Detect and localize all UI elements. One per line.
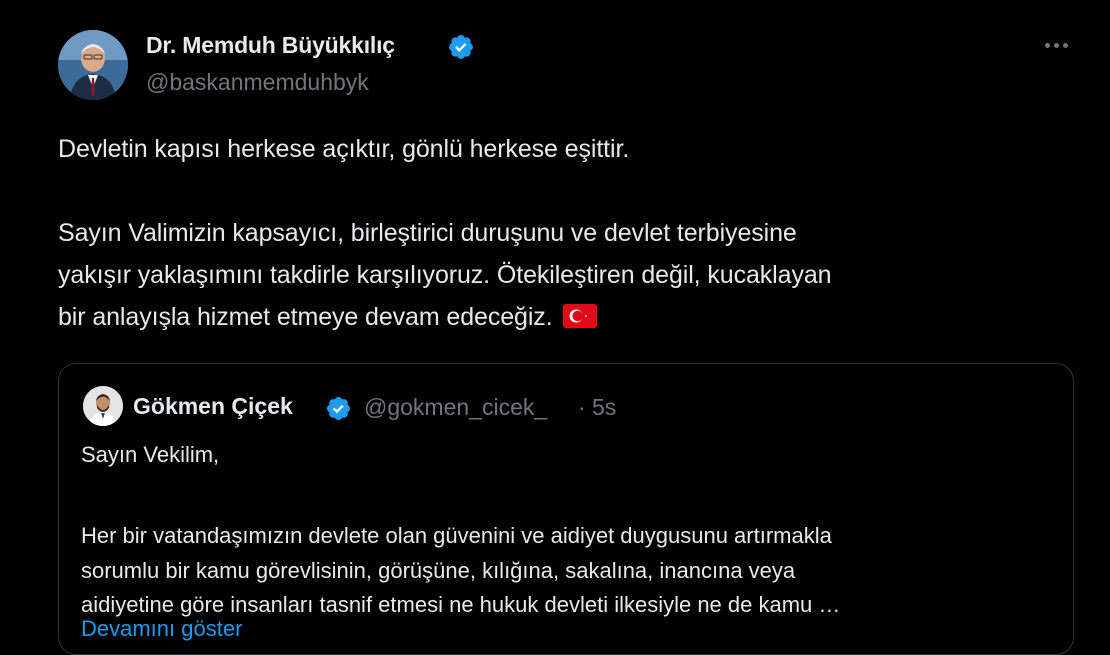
- tweet-text-line: Sayın Valimizin kapsayıcı, birleştirici …: [58, 219, 797, 247]
- quoted-text-line: Sayın Vekilim,: [81, 442, 220, 467]
- tweet-text-line-last: bir anlayışla hizmet etmeye devam edeceğ…: [58, 296, 1068, 338]
- avatar-portrait-icon: [83, 386, 123, 426]
- quoted-author-handle[interactable]: @gokmen_cicek_: [364, 394, 547, 421]
- quoted-text-line: sorumlu bir kamu görevlisinin, görüşüne,…: [81, 557, 796, 583]
- show-more-link[interactable]: Devamını göster: [81, 616, 242, 642]
- quoted-tweet-body: Sayın Vekilim, Her bir vatandaşımızın de…: [81, 438, 1051, 623]
- author-name[interactable]: Dr. Memduh Büyükkılıç: [146, 32, 395, 59]
- tweet-body: Devletin kapısı herkese açıktır, gönlü h…: [58, 128, 1068, 338]
- tweet-text-line: yakışır yaklaşımını takdirle karşılıyoru…: [58, 261, 832, 289]
- author-avatar[interactable]: [58, 30, 128, 100]
- tweet: Dr. Memduh Büyükkılıç @baskanmemduhbyk D…: [0, 0, 1110, 655]
- avatar-portrait-icon: [58, 30, 128, 100]
- turkey-flag-icon: [562, 304, 597, 328]
- quoted-text-line: Her bir vatandaşımızın devlete olan güve…: [81, 523, 832, 548]
- quoted-author-avatar[interactable]: [83, 386, 123, 426]
- more-options-button[interactable]: [1036, 30, 1076, 60]
- more-options-icon: [1044, 42, 1050, 48]
- tweet-text-line: Devletin kapısı herkese açıktır, gönlü h…: [58, 135, 630, 163]
- quoted-timestamp[interactable]: 5s: [592, 394, 616, 421]
- verified-badge-icon[interactable]: [325, 395, 352, 422]
- tweet-text-line: bir anlayışla hizmet etmeye devam edeceğ…: [58, 303, 553, 331]
- meta-separator: ·: [578, 394, 586, 420]
- quoted-author-name[interactable]: Gökmen Çiçek: [133, 393, 293, 420]
- quoted-tweet-card[interactable]: Gökmen Çiçek @gokmen_cicek_ · 5s Sayın V…: [58, 363, 1074, 655]
- verified-badge-icon[interactable]: [447, 33, 475, 61]
- author-handle[interactable]: @baskanmemduhbyk: [146, 69, 369, 96]
